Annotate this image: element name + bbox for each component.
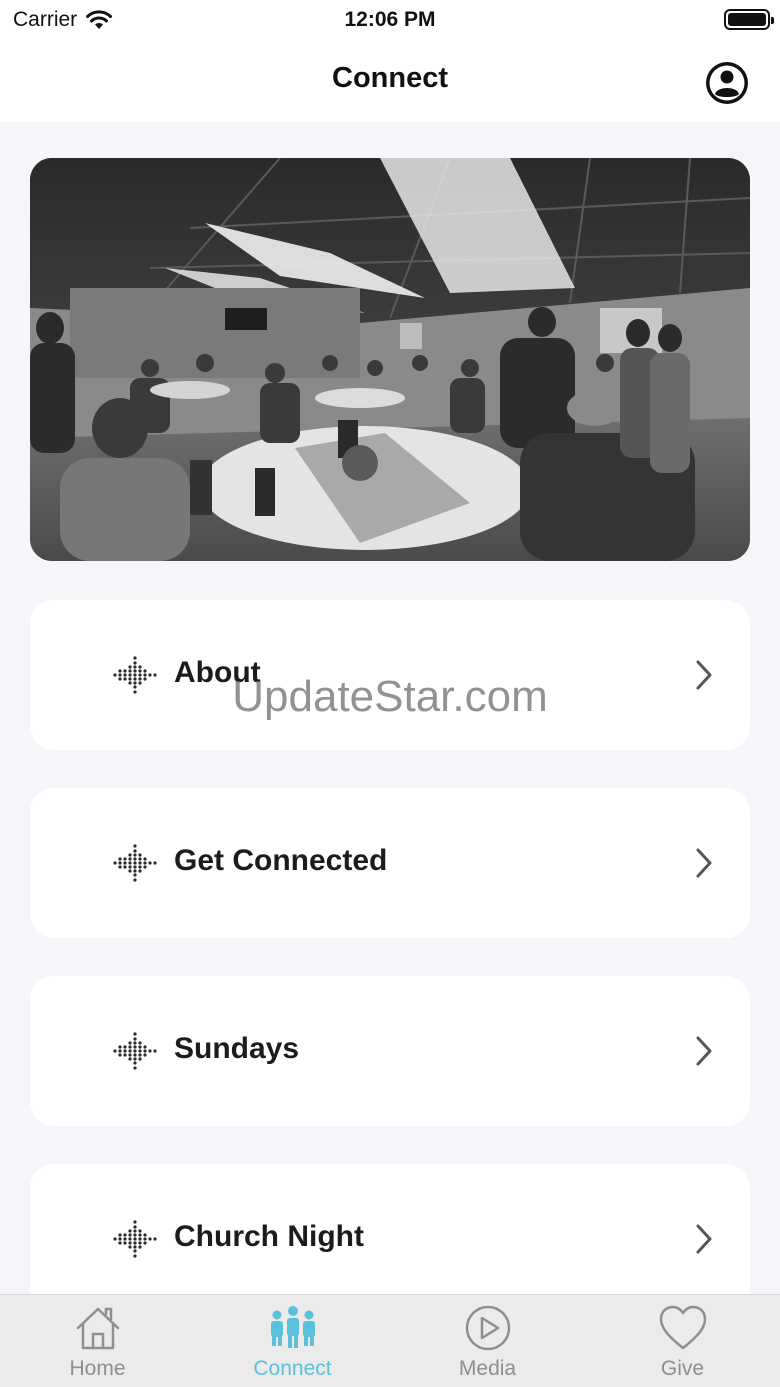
people-icon — [270, 1306, 315, 1348]
menu-item-label: Get Connected — [174, 844, 388, 877]
hero-image — [30, 158, 750, 561]
tab-connect[interactable]: Connect — [195, 1295, 390, 1387]
tab-label: Home — [69, 1357, 126, 1380]
chevron-right-icon — [696, 848, 712, 878]
tab-label: Give — [660, 1357, 705, 1380]
play-icon — [465, 1305, 510, 1351]
battery-icon — [724, 9, 774, 30]
tab-label: Connect — [253, 1357, 332, 1380]
heart-icon — [659, 1305, 706, 1350]
chevron-right-icon — [696, 1036, 712, 1066]
menu-item-sundays[interactable]: Sundays — [30, 976, 750, 1126]
tab-give[interactable]: Give — [585, 1295, 780, 1387]
chevron-right-icon — [696, 1224, 712, 1254]
menu-item-church-night[interactable]: Church Night — [30, 1164, 750, 1314]
home-icon — [76, 1307, 119, 1350]
status-time: 12:06 PM — [344, 8, 436, 31]
dot-grid-icon — [113, 1220, 157, 1258]
dot-grid-icon — [113, 844, 157, 882]
status-bar: Carrier 12:06 PM — [0, 0, 780, 40]
profile-button[interactable] — [704, 60, 750, 106]
tab-home[interactable]: Home — [0, 1295, 195, 1387]
menu-item-about[interactable]: About — [30, 600, 750, 750]
chevron-right-icon — [696, 660, 712, 690]
tab-bar: Home Connect Media Give — [0, 1294, 780, 1387]
menu-item-label: About — [174, 656, 261, 689]
menu-item-get-connected[interactable]: Get Connected — [30, 788, 750, 938]
navigation-bar: Connect — [0, 40, 780, 122]
dot-grid-icon — [113, 656, 157, 694]
menu-item-label: Church Night — [174, 1220, 364, 1253]
tab-media[interactable]: Media — [390, 1295, 585, 1387]
user-circle-icon — [706, 62, 748, 104]
menu-item-label: Sundays — [174, 1032, 300, 1065]
tab-label: Media — [458, 1357, 517, 1380]
page-title: Connect — [332, 62, 448, 94]
dot-grid-icon — [113, 1032, 157, 1070]
hero-photo — [30, 158, 750, 561]
